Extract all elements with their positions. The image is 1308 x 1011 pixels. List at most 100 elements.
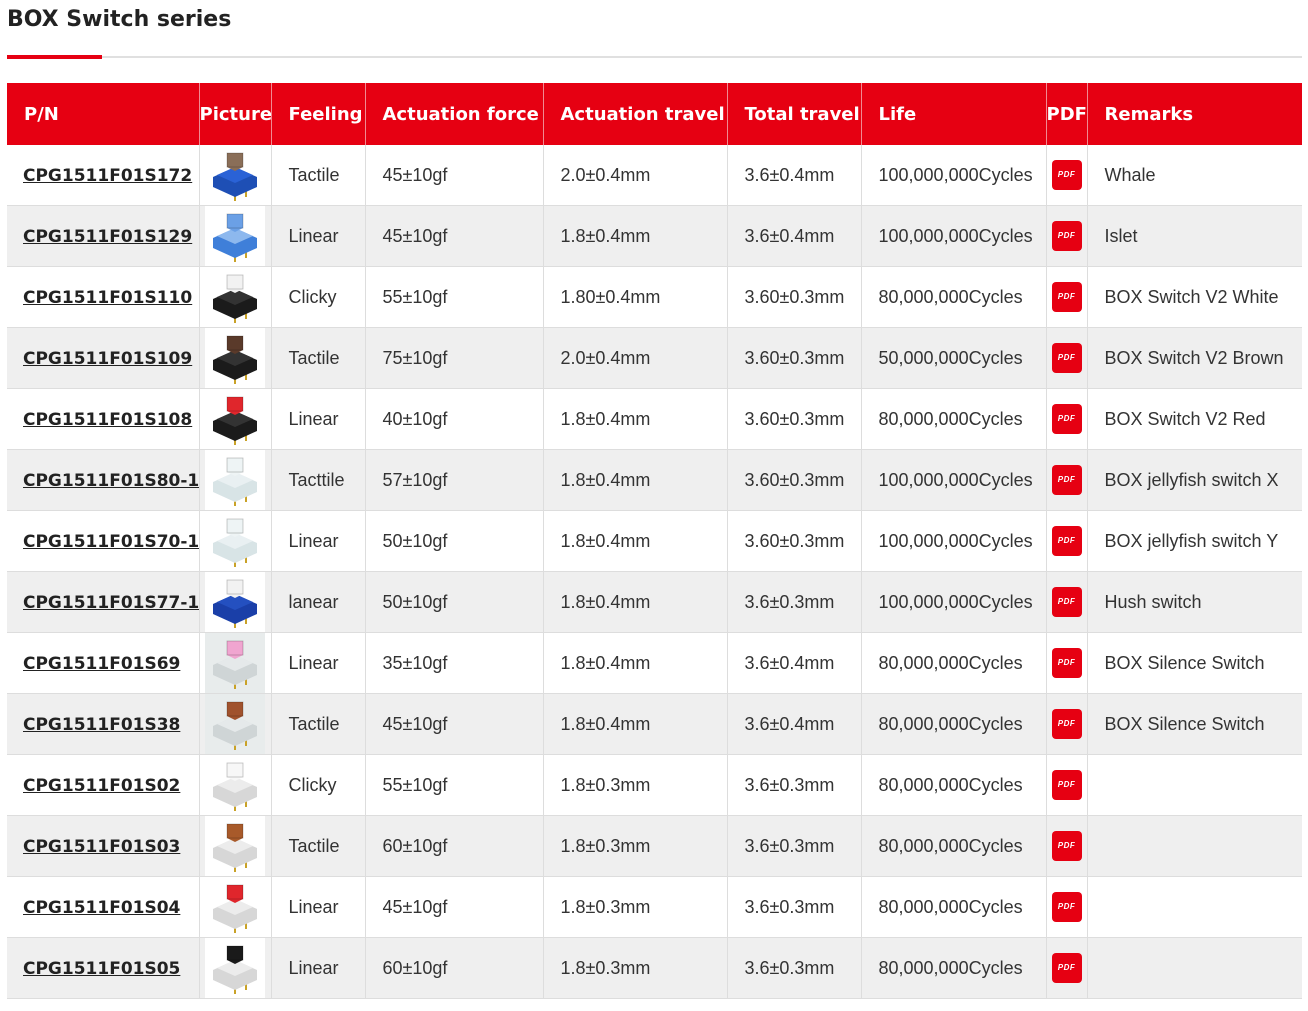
header-actuation-force: Actuation force — [365, 83, 544, 145]
part-number-link[interactable]: CPG1511F01S129 — [23, 227, 192, 247]
cell-remarks: BOX Switch V2 Red — [1087, 388, 1302, 450]
switch-icon — [205, 206, 265, 266]
cell-life: 80,000,000Cycles — [861, 632, 1047, 694]
cell-remarks — [1087, 754, 1302, 816]
cell-actuation-travel: 1.8±0.3mm — [543, 815, 728, 877]
pdf-download-icon[interactable]: PDF — [1051, 465, 1082, 495]
title-accent-bar — [7, 55, 102, 59]
pdf-download-icon[interactable]: PDF — [1051, 343, 1082, 373]
header-remarks: Remarks — [1087, 83, 1302, 145]
switch-icon — [205, 816, 265, 876]
cell-feeling: lanear — [271, 571, 366, 633]
part-number-link[interactable]: CPG1511F01S109 — [23, 349, 192, 369]
cell-pdf: PDF — [1046, 876, 1088, 938]
part-number-link[interactable]: CPG1511F01S70-1 — [23, 532, 198, 552]
cell-pdf: PDF — [1046, 510, 1088, 572]
header-feeling: Feeling — [271, 83, 366, 145]
cell-feeling: Tactile — [271, 815, 366, 877]
pdf-download-icon[interactable]: PDF — [1051, 221, 1082, 251]
cell-picture — [199, 815, 272, 877]
table-row: CPG1511F01S172 Tactile 45±10gf 2.0±0.4mm 3.6… — [7, 145, 1302, 206]
cell-actuation-travel: 1.8±0.3mm — [543, 754, 728, 816]
cell-actuation-travel: 1.80±0.4mm — [543, 266, 728, 328]
pdf-download-icon[interactable]: PDF — [1051, 160, 1082, 190]
header-pn: P/N — [7, 83, 200, 145]
cell-actuation-travel: 1.8±0.4mm — [543, 449, 728, 511]
header-pdf: PDF — [1046, 83, 1088, 145]
part-number-link[interactable]: CPG1511F01S04 — [23, 898, 180, 918]
cell-actuation-travel: 1.8±0.4mm — [543, 693, 728, 755]
cell-actuation-force: 45±10gf — [365, 876, 544, 938]
header-life: Life — [861, 83, 1047, 145]
cell-actuation-force: 55±10gf — [365, 754, 544, 816]
part-number-link[interactable]: CPG1511F01S108 — [23, 410, 192, 430]
table-row: CPG1511F01S110 Clicky 55±10gf 1.80±0.4mm 3.6… — [7, 266, 1302, 328]
part-number-link[interactable]: CPG1511F01S02 — [23, 776, 180, 796]
pdf-download-icon[interactable]: PDF — [1051, 892, 1082, 922]
cell-actuation-travel: 1.8±0.4mm — [543, 571, 728, 633]
table-row: CPG1511F01S69 Linear 35±10gf 1.8±0.4mm 3.6±0… — [7, 632, 1302, 694]
cell-life: 80,000,000Cycles — [861, 876, 1047, 938]
cell-total-travel: 3.6±0.3mm — [727, 754, 862, 816]
pdf-download-icon[interactable]: PDF — [1051, 526, 1082, 556]
cell-actuation-travel: 2.0±0.4mm — [543, 327, 728, 389]
cell-feeling: Tactile — [271, 327, 366, 389]
cell-remarks: BOX Silence Switch — [1087, 693, 1302, 755]
switch-icon — [205, 389, 265, 449]
cell-pn: CPG1511F01S03 — [7, 815, 200, 877]
cell-life: 50,000,000Cycles — [861, 327, 1047, 389]
cell-remarks — [1087, 876, 1302, 938]
cell-pn: CPG1511F01S129 — [7, 205, 200, 267]
cell-pn: CPG1511F01S38 — [7, 693, 200, 755]
part-number-link[interactable]: CPG1511F01S80-1 — [23, 471, 198, 491]
switch-icon — [205, 572, 265, 632]
pdf-download-icon[interactable]: PDF — [1051, 648, 1082, 678]
header-picture: Picture — [199, 83, 272, 145]
cell-actuation-travel: 1.8±0.4mm — [543, 205, 728, 267]
cell-pn: CPG1511F01S70-1 — [7, 510, 200, 572]
cell-life: 80,000,000Cycles — [861, 815, 1047, 877]
cell-total-travel: 3.60±0.3mm — [727, 266, 862, 328]
cell-actuation-force: 40±10gf — [365, 388, 544, 450]
table-row: CPG1511F01S129 Linear 45±10gf 1.8±0.4mm 3.6±… — [7, 205, 1302, 267]
part-number-link[interactable]: CPG1511F01S172 — [23, 166, 192, 186]
switch-icon — [205, 633, 265, 693]
cell-picture — [199, 327, 272, 389]
switch-icon — [205, 938, 265, 998]
cell-total-travel: 3.6±0.3mm — [727, 571, 862, 633]
cell-pn: CPG1511F01S04 — [7, 876, 200, 938]
part-number-link[interactable]: CPG1511F01S03 — [23, 837, 180, 857]
pdf-download-icon[interactable]: PDF — [1051, 282, 1082, 312]
cell-picture — [199, 937, 272, 999]
pdf-download-icon[interactable]: PDF — [1051, 831, 1082, 861]
cell-pdf: PDF — [1046, 632, 1088, 694]
part-number-link[interactable]: CPG1511F01S110 — [23, 288, 192, 308]
pdf-download-icon[interactable]: PDF — [1051, 587, 1082, 617]
cell-total-travel: 3.6±0.4mm — [727, 693, 862, 755]
pdf-download-icon[interactable]: PDF — [1051, 709, 1082, 739]
pdf-download-icon[interactable]: PDF — [1051, 953, 1082, 983]
cell-pn: CPG1511F01S80-1 — [7, 449, 200, 511]
cell-total-travel: 3.6±0.4mm — [727, 205, 862, 267]
cell-actuation-travel: 2.0±0.4mm — [543, 145, 728, 206]
part-number-link[interactable]: CPG1511F01S38 — [23, 715, 180, 735]
cell-picture — [199, 693, 272, 755]
cell-pn: CPG1511F01S110 — [7, 266, 200, 328]
cell-actuation-travel: 1.8±0.4mm — [543, 510, 728, 572]
pdf-download-icon[interactable]: PDF — [1051, 770, 1082, 800]
part-number-link[interactable]: CPG1511F01S77-1 — [23, 593, 198, 613]
cell-picture — [199, 876, 272, 938]
cell-actuation-travel: 1.8±0.3mm — [543, 937, 728, 999]
cell-picture — [199, 145, 272, 206]
cell-remarks: Whale — [1087, 145, 1302, 206]
switch-icon — [205, 267, 265, 327]
part-number-link[interactable]: CPG1511F01S69 — [23, 654, 180, 674]
cell-life: 100,000,000Cycles — [861, 571, 1047, 633]
cell-total-travel: 3.6±0.4mm — [727, 632, 862, 694]
cell-pn: CPG1511F01S172 — [7, 145, 200, 206]
pdf-download-icon[interactable]: PDF — [1051, 404, 1082, 434]
title-divider — [7, 56, 1302, 58]
cell-picture — [199, 388, 272, 450]
cell-actuation-travel: 1.8±0.3mm — [543, 876, 728, 938]
part-number-link[interactable]: CPG1511F01S05 — [23, 959, 180, 979]
